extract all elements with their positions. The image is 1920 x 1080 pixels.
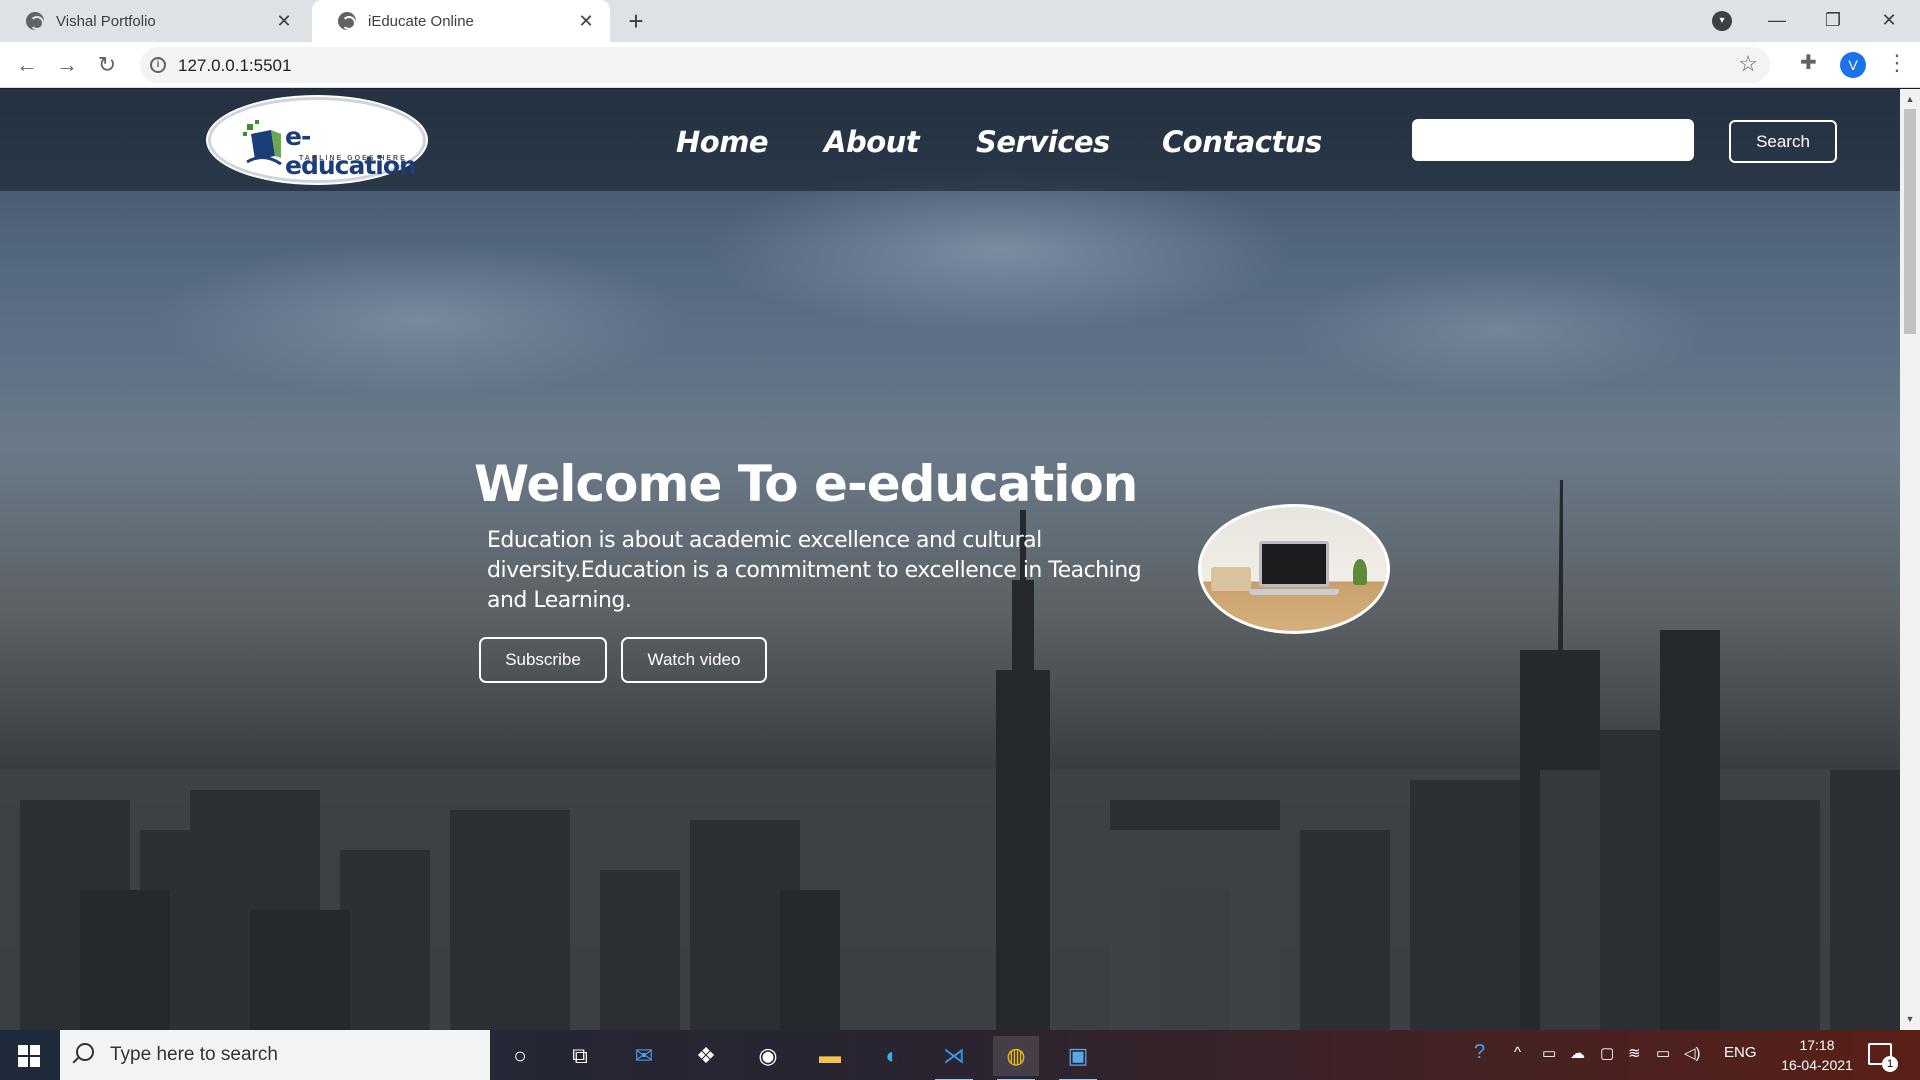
back-arrow-icon[interactable]: ← — [12, 50, 42, 80]
mail-icon[interactable]: ✉ — [621, 1036, 667, 1076]
laptop-base-shape — [1249, 589, 1339, 595]
tab-title: iEducate Online — [368, 12, 474, 30]
page-scrollbar[interactable]: ▲ ▼ — [1900, 89, 1920, 1030]
hero-laptop-image — [1198, 504, 1390, 634]
watch-video-button[interactable]: Watch video — [621, 637, 767, 683]
desk-box-shape — [1211, 567, 1251, 591]
close-tab-icon[interactable]: ✕ — [274, 11, 294, 31]
close-tab-icon[interactable]: ✕ — [576, 11, 596, 31]
url-text: 127.0.0.1:5501 — [178, 56, 292, 75]
tab-vishal-portfolio[interactable]: Vishal Portfolio ✕ — [0, 0, 308, 42]
bookmark-star-icon[interactable]: ☆ — [1738, 51, 1758, 77]
forward-arrow-icon[interactable]: → — [52, 50, 82, 80]
site-navbar: e-education TAGLINE GOES HERE Home About… — [0, 89, 1900, 191]
tab-ieducate-online[interactable]: iEducate Online ✕ — [312, 0, 610, 42]
taskbar-clock[interactable]: 17:18 16-04-2021 — [1772, 1035, 1862, 1075]
windows-start-icon[interactable] — [18, 1045, 40, 1067]
close-window-icon[interactable]: ✕ — [1869, 4, 1909, 36]
reload-icon[interactable]: ↻ — [92, 50, 122, 80]
nav-link-home[interactable]: Home — [676, 125, 769, 159]
browser-menu-icon[interactable]: ⋮ — [1886, 50, 1908, 76]
language-indicator[interactable]: ENG — [1724, 1044, 1757, 1061]
laptop-shape — [1259, 541, 1329, 587]
logo-brand-text: e-education — [285, 122, 417, 180]
photos-icon[interactable]: ▣ — [1055, 1036, 1101, 1080]
minimize-icon[interactable]: — — [1757, 4, 1797, 36]
globe-icon — [26, 12, 44, 30]
site-logo[interactable]: e-education TAGLINE GOES HERE — [208, 97, 426, 183]
nav-link-services[interactable]: Services — [976, 125, 1110, 159]
site-search-input[interactable] — [1412, 119, 1694, 161]
address-bar[interactable]: i 127.0.0.1:5501 ☆ — [140, 47, 1770, 83]
meet-now-icon[interactable]: ▭ — [1542, 1044, 1556, 1062]
site-info-icon[interactable]: i — [150, 57, 166, 73]
edge-browser-icon[interactable]: ◐ — [869, 1036, 915, 1076]
scrollbar-thumb[interactable] — [1904, 109, 1916, 334]
tab-search-icon[interactable]: ▾ — [1712, 11, 1732, 31]
task-view-icon[interactable]: ⧉ — [557, 1036, 603, 1076]
book-icon — [243, 120, 282, 166]
nav-link-about[interactable]: About — [824, 125, 920, 159]
search-icon — [76, 1043, 94, 1061]
wifi-icon[interactable]: ≋ — [1628, 1044, 1641, 1062]
app-circle-icon[interactable]: ◉ — [745, 1036, 791, 1076]
file-explorer-icon[interactable]: ▬ — [807, 1036, 853, 1076]
dropbox-icon[interactable]: ❖ — [683, 1036, 729, 1076]
chrome-icon[interactable]: ◍ — [993, 1036, 1039, 1080]
plant-shape — [1353, 559, 1367, 585]
tab-title: Vishal Portfolio — [56, 12, 156, 30]
site-search-button[interactable]: Search — [1729, 120, 1837, 163]
globe-icon — [338, 12, 356, 30]
profile-avatar[interactable]: V — [1840, 52, 1866, 78]
browser-toolbar: ← → ↻ i 127.0.0.1:5501 ☆ — [0, 42, 1920, 88]
display-icon[interactable]: ▢ — [1600, 1044, 1614, 1062]
volume-icon[interactable]: ◁) — [1684, 1044, 1701, 1062]
battery-icon[interactable]: ▭ — [1656, 1044, 1670, 1062]
hero-description: Education is about academic excellence a… — [487, 528, 1142, 613]
subscribe-button[interactable]: Subscribe — [479, 637, 607, 683]
help-icon[interactable]: ? — [1474, 1041, 1485, 1064]
page-viewport: e-education TAGLINE GOES HERE Home About… — [0, 89, 1900, 1030]
windows-taskbar: Type here to search ○ ⧉ ✉ ❖ ◉ ▬ ◐ ⋊ ◍ ▣ … — [0, 1030, 1920, 1080]
clock-date: 16-04-2021 — [1781, 1057, 1853, 1073]
hero-title: Welcome To e-education — [474, 455, 1138, 513]
taskbar-search-placeholder: Type here to search — [110, 1044, 278, 1065]
scroll-up-arrow-icon[interactable]: ▲ — [1904, 93, 1916, 105]
logo-tagline: TAGLINE GOES HERE — [299, 155, 407, 162]
extensions-puzzle-icon[interactable]: ✚ — [1800, 50, 1817, 75]
notification-badge: 1 — [1882, 1056, 1898, 1072]
restore-icon[interactable]: ❐ — [1813, 4, 1853, 36]
new-tab-button[interactable]: + — [622, 8, 650, 36]
scroll-down-arrow-icon[interactable]: ▼ — [1904, 1013, 1916, 1025]
taskbar-search-box[interactable]: Type here to search — [60, 1030, 490, 1080]
nav-link-contactus[interactable]: Contactus — [1162, 125, 1322, 159]
clock-time: 17:18 — [1799, 1037, 1835, 1053]
show-hidden-icons-chevron[interactable]: ^ — [1514, 1044, 1521, 1061]
browser-tab-strip: Vishal Portfolio ✕ iEducate Online ✕ + ▾… — [0, 0, 1920, 42]
cortana-icon[interactable]: ○ — [497, 1036, 543, 1076]
vscode-icon[interactable]: ⋊ — [931, 1036, 977, 1080]
onedrive-cloud-icon[interactable]: ☁ — [1570, 1044, 1585, 1062]
